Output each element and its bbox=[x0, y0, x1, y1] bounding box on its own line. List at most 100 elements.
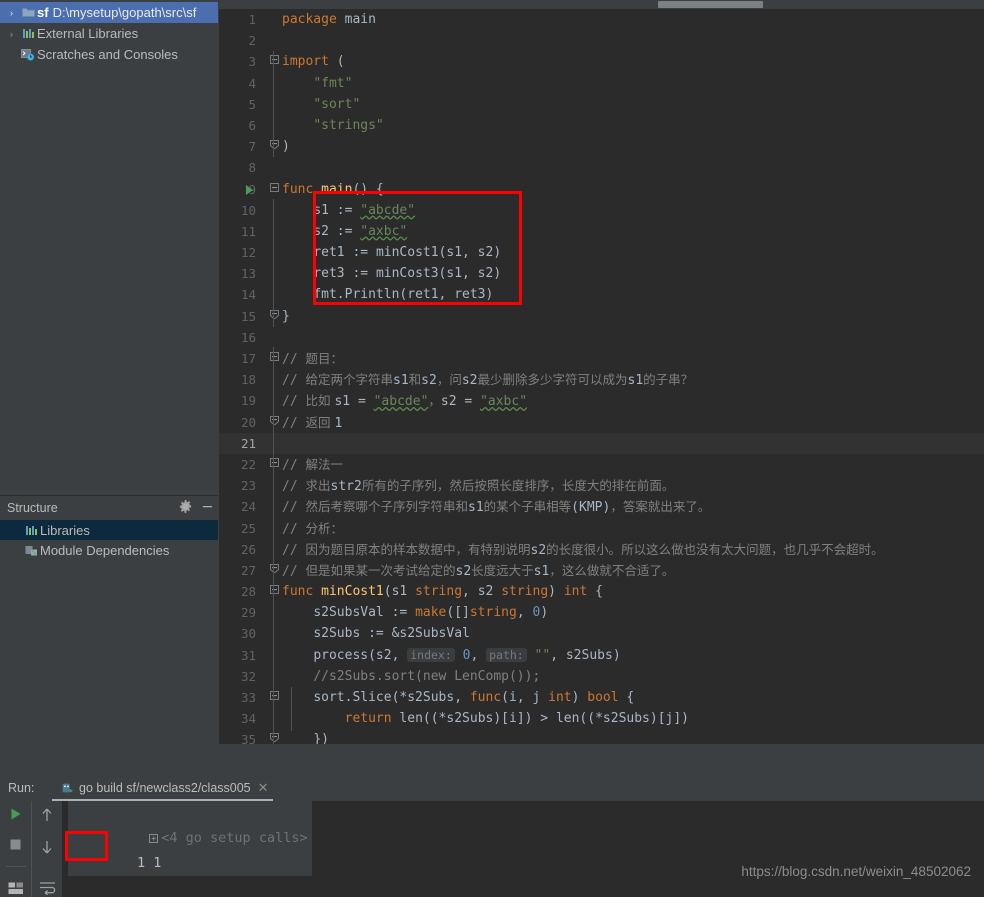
tree-item-scratches-and-consoles[interactable]: Scratches and Consoles bbox=[0, 44, 218, 65]
run-tab[interactable]: go build sf/newclass2/class005 ✕ bbox=[52, 774, 273, 801]
code-line[interactable]: 1 package main bbox=[219, 9, 984, 30]
code-line[interactable]: 4 "fmt" bbox=[219, 73, 984, 94]
code-text: // 解法一 bbox=[282, 456, 343, 473]
line-number: 10 bbox=[240, 202, 256, 218]
code-text: "fmt" bbox=[313, 75, 353, 91]
run-label: Run: bbox=[8, 780, 35, 795]
code-line[interactable]: 10 s1 := "abcde" bbox=[219, 200, 984, 221]
fold-toggle-icon[interactable] bbox=[268, 581, 280, 602]
fold-toggle-icon[interactable] bbox=[268, 687, 280, 708]
code-line[interactable]: 18 // 给定两个字符串s1和s2，问s2最少删除多少字符可以成为s1的子串？ bbox=[219, 369, 984, 390]
project-tree: › sf D:\mysetup\gopath\src\sf › External… bbox=[0, 0, 218, 65]
code-line[interactable]: 12 ret1 := minCost1(s1, s2) bbox=[219, 242, 984, 263]
fold-toggle-icon[interactable] bbox=[268, 51, 280, 72]
code-line[interactable]: 26 // 因为题目原本的样本数据中，有特别说明s2的长度很小。所以这么做也没有太… bbox=[219, 539, 984, 560]
tree-item-external-libraries[interactable]: › External Libraries bbox=[0, 23, 218, 44]
line-number: 30 bbox=[240, 626, 256, 642]
fold-toggle-icon[interactable] bbox=[268, 412, 280, 433]
structure-item-label: Module Dependencies bbox=[40, 542, 170, 558]
arrow-down-icon[interactable] bbox=[37, 838, 57, 856]
fold-toggle-icon[interactable] bbox=[268, 136, 280, 157]
console-setup-line[interactable]: + <4 go setup calls> bbox=[62, 801, 984, 876]
fold-toggle-icon[interactable] bbox=[268, 348, 280, 369]
fold-toggle-icon[interactable] bbox=[268, 306, 280, 327]
code-text: // 分析： bbox=[282, 520, 343, 537]
code-line[interactable]: 17 // 题目： bbox=[219, 348, 984, 369]
run-gutter-icon[interactable] bbox=[246, 184, 253, 195]
code-line[interactable]: 21 bbox=[219, 432, 984, 454]
structure-panel-header: Structure bbox=[0, 496, 218, 519]
indent-guide bbox=[273, 51, 274, 157]
code-line[interactable]: 3 import ( bbox=[219, 51, 984, 72]
console-output[interactable]: +<4 go setup calls> 1 1 Process finished… bbox=[62, 801, 984, 897]
code-line[interactable]: 14 fmt.Println(ret1, ret3) bbox=[219, 284, 984, 305]
code-line[interactable]: 30 s2Subs := &s2SubsVal bbox=[219, 623, 984, 644]
code-text: s1 := "abcde" bbox=[313, 202, 416, 218]
code-line[interactable]: 29 s2SubsVal := make([]string, 0) bbox=[219, 602, 984, 623]
code-line[interactable]: 2 bbox=[219, 30, 984, 51]
play-icon[interactable] bbox=[6, 806, 26, 822]
chevron-right-icon[interactable]: › bbox=[4, 29, 19, 39]
code-line[interactable]: 27 // 但是如果某一次考试给定的s2长度远大于s1，这么做就不合适了。 bbox=[219, 560, 984, 581]
code-line[interactable]: 28 func minCost1(s1 string, s2 string) in… bbox=[219, 581, 984, 602]
indent-guide bbox=[273, 199, 274, 327]
code-line[interactable]: 33 sort.Slice(*s2Subs, func(i, j int) bo… bbox=[219, 687, 984, 708]
soft-wrap-icon[interactable] bbox=[37, 879, 57, 897]
structure-item-libraries[interactable]: Libraries bbox=[0, 520, 218, 540]
code-line[interactable]: 31 process(s2, index: 0, path: "", s2Sub… bbox=[219, 645, 984, 666]
code-text: // 然后考察哪个子序列字符串和s1的某个子串相等(KMP)，答案就出来了。 bbox=[282, 499, 711, 516]
code-line[interactable]: 8 bbox=[219, 157, 984, 178]
code-text: func minCost1(s1 string, s2 string) int … bbox=[282, 584, 603, 600]
code-text: s2SubsVal := make([]string, 0) bbox=[313, 605, 549, 621]
chevron-right-icon[interactable]: › bbox=[4, 8, 19, 18]
gear-icon[interactable] bbox=[174, 499, 196, 516]
fold-toggle-icon[interactable] bbox=[268, 179, 280, 200]
code-text: func main() { bbox=[282, 181, 384, 197]
code-line[interactable]: 11 s2 := "axbc" bbox=[219, 221, 984, 242]
code-text: ) bbox=[282, 139, 290, 155]
code-line[interactable]: 20 // 返回 1 bbox=[219, 412, 984, 433]
code-line[interactable]: 15} bbox=[219, 306, 984, 327]
stop-icon[interactable] bbox=[6, 836, 26, 852]
structure-item-module-dependencies[interactable]: Module Dependencies bbox=[0, 540, 218, 560]
line-number: 15 bbox=[240, 308, 256, 324]
editor-horizontal-scrollbar[interactable] bbox=[219, 0, 984, 9]
code-line[interactable]: 16 bbox=[219, 327, 984, 348]
code-line[interactable]: 7) bbox=[219, 136, 984, 157]
line-number: 12 bbox=[240, 245, 256, 261]
code-editor[interactable]: 1 package main 2 3 import (4 "fmt" 5 "sort" 6 … bbox=[219, 0, 984, 750]
fold-toggle-icon[interactable] bbox=[268, 560, 280, 581]
code-line[interactable]: 25 // 分析： bbox=[219, 518, 984, 539]
code-text: process(s2, index: 0, path: "", s2Subs) bbox=[313, 647, 621, 663]
code-line[interactable]: 6 "strings" bbox=[219, 115, 984, 136]
code-line[interactable]: 23 // 求出str2所有的子序列，然后按照长度排序，长度大的排在前面。 bbox=[219, 475, 984, 496]
code-line[interactable]: 9 func main() { bbox=[219, 179, 984, 200]
code-line[interactable]: 19 // 比如 s1 = "abcde"，s2 = "axbc" bbox=[219, 390, 984, 411]
minimize-icon[interactable] bbox=[196, 500, 218, 516]
arrow-up-icon[interactable] bbox=[37, 806, 57, 824]
line-number: 17 bbox=[240, 351, 256, 366]
tree-item-sf[interactable]: › sf D:\mysetup\gopath\src\sf bbox=[0, 2, 218, 23]
line-number: 22 bbox=[240, 456, 256, 472]
line-number: 18 bbox=[240, 372, 256, 388]
code-line[interactable]: 13 ret3 := minCost3(s1, s2) bbox=[219, 263, 984, 284]
close-icon[interactable]: ✕ bbox=[258, 780, 269, 796]
code-line[interactable]: 24 // 然后考察哪个子序列字符串和s1的某个子串相等(KMP)，答案就出来了。 bbox=[219, 496, 984, 517]
code-line[interactable]: 34 return len((*s2Subs)[i]) > len((*s2Su… bbox=[219, 708, 984, 729]
tree-item-label: sf bbox=[37, 5, 49, 20]
code-line[interactable]: 22 // 解法一 bbox=[219, 454, 984, 475]
code-line[interactable]: 32 //s2Subs.sort(new LenComp()); bbox=[219, 666, 984, 687]
code-line[interactable]: 5 "sort" bbox=[219, 94, 984, 115]
layout-icon[interactable] bbox=[6, 881, 26, 897]
structure-item-label: Libraries bbox=[40, 522, 90, 538]
run-tab-bar: Run: go build sf/newclass2/class005 ✕ bbox=[0, 774, 984, 801]
code-text: s2 := "axbc" bbox=[313, 223, 408, 239]
indent-guide bbox=[291, 687, 292, 731]
code-text: // 给定两个字符串s1和s2，问s2最少删除多少字符可以成为s1的子串？ bbox=[282, 372, 694, 389]
run-tab-title: go build sf/newclass2/class005 bbox=[79, 780, 251, 795]
scrollbar-thumb[interactable] bbox=[658, 1, 763, 8]
line-number: 34 bbox=[240, 711, 256, 727]
fold-toggle-icon[interactable] bbox=[268, 454, 280, 475]
code-lines-container[interactable]: 1 package main 2 3 import (4 "fmt" 5 "sort" 6 … bbox=[219, 9, 984, 750]
console-exit-line: Process finished with exit code 0 bbox=[62, 876, 984, 897]
